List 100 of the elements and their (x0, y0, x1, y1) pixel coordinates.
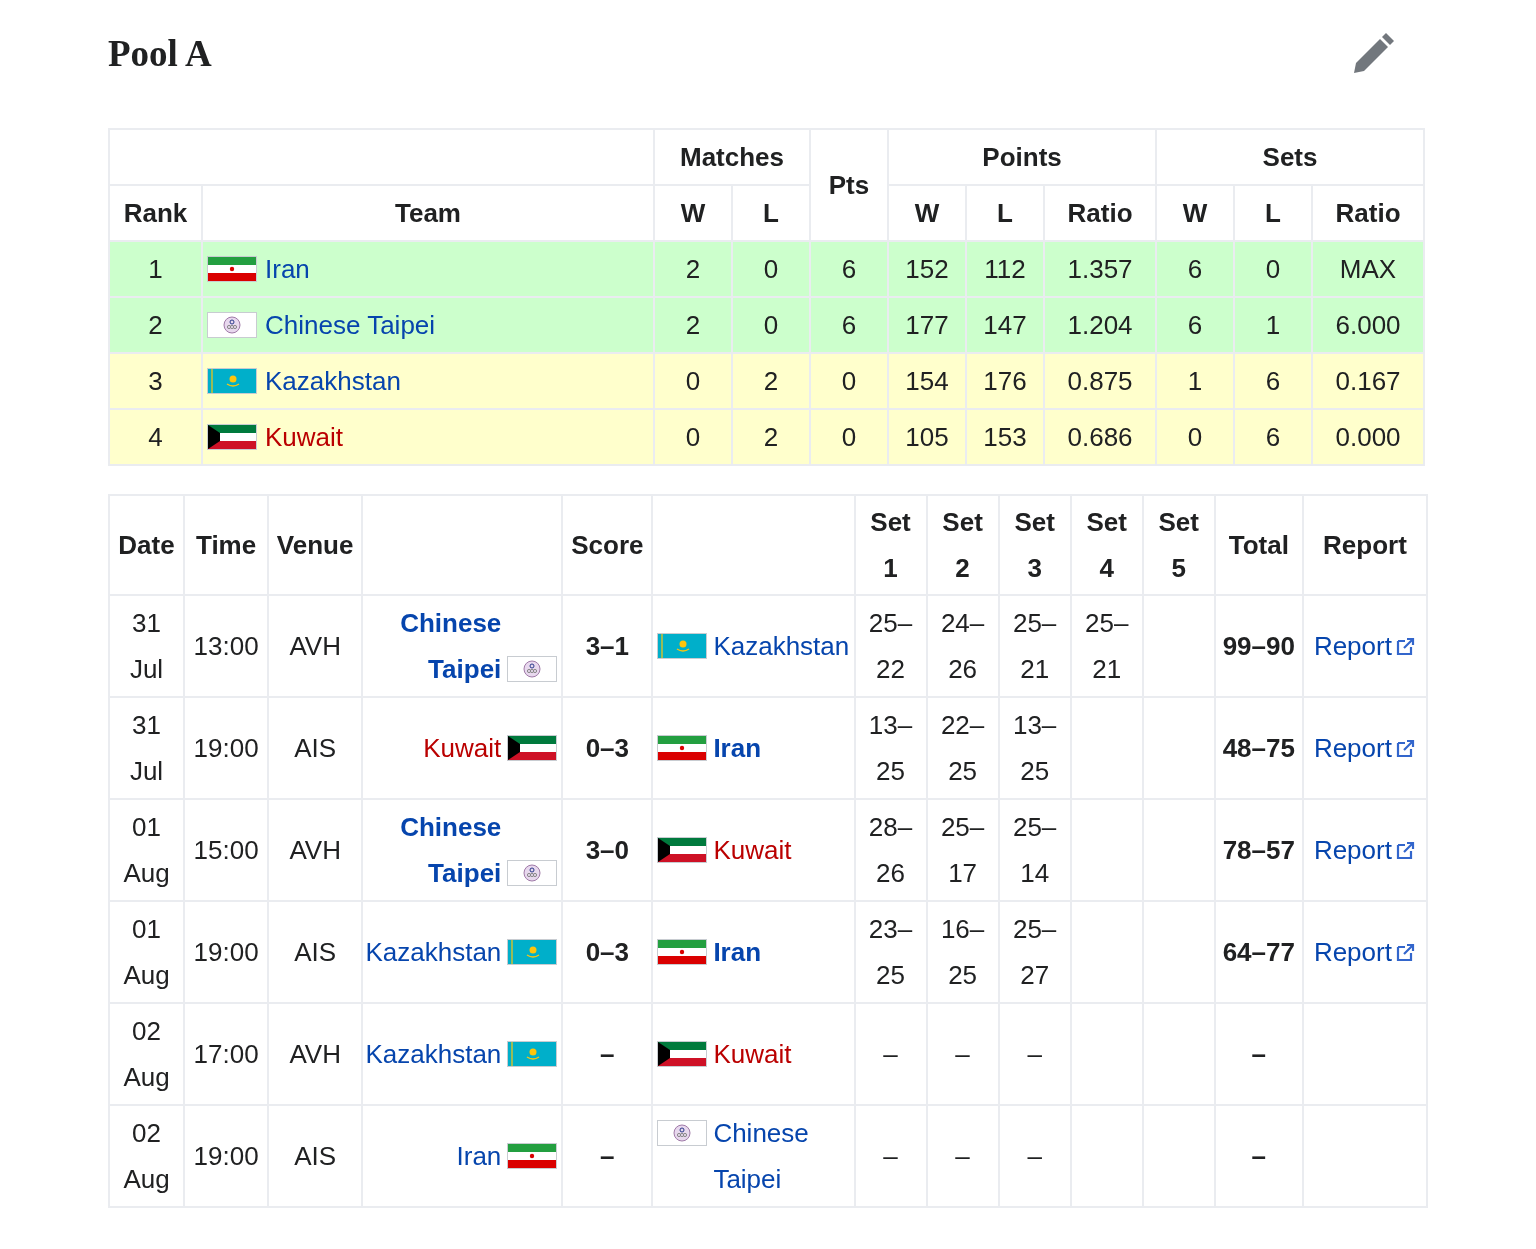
venue-cell: AVH (268, 799, 363, 901)
team-link[interactable]: Kazakhstan (265, 365, 401, 397)
table-cell: 2 (732, 409, 810, 465)
venue-cell: AVH (268, 1003, 363, 1105)
set-score-cell: 24–26 (926, 595, 999, 697)
venue-cell: AIS (268, 697, 363, 799)
set-score-cell: 25–21 (1070, 595, 1143, 697)
total-cell: 48–75 (1214, 697, 1303, 799)
set-score-cell: – (854, 1003, 927, 1105)
column-header: Matches (654, 129, 810, 185)
table-cell: 0 (810, 409, 888, 465)
set-score-cell: 13–25 (998, 697, 1071, 799)
total-cell: 78–57 (1214, 799, 1303, 901)
flag-icon (207, 424, 257, 450)
flag-icon (657, 1041, 708, 1067)
column-header: Sets (1156, 129, 1425, 185)
total-cell: – (1214, 1105, 1303, 1207)
column-header: Time (184, 495, 269, 595)
set-score-cell: – (926, 1003, 999, 1105)
external-link-icon (1395, 942, 1416, 962)
column-header: Set 1 (854, 495, 927, 595)
set-score-cell: 25–22 (854, 595, 927, 697)
table-cell: 105 (888, 409, 966, 465)
set-score-cell: – (926, 1105, 999, 1207)
set-score-cell: 16–25 (926, 901, 999, 1003)
team-link[interactable]: Kuwait (423, 725, 502, 771)
flag-icon (207, 256, 257, 282)
column-header: Total (1214, 495, 1303, 595)
date-cell: 31 Jul (109, 595, 185, 697)
flag-icon (657, 939, 708, 965)
venue-cell: AIS (268, 901, 363, 1003)
date-cell: 31 Jul (109, 697, 185, 799)
team-link[interactable]: Kuwait (713, 1031, 792, 1077)
flag-icon (657, 1120, 708, 1146)
column-header: Venue (268, 495, 363, 595)
total-cell: – (1214, 1003, 1303, 1105)
set-score-cell: 25–21 (998, 595, 1071, 697)
score-cell: 3–1 (562, 595, 653, 697)
team-link[interactable]: Iran (713, 725, 762, 771)
set-score-cell: 25–17 (926, 799, 999, 901)
column-header: Set 3 (998, 495, 1071, 595)
time-cell: 15:00 (184, 799, 269, 901)
total-cell: 99–90 (1214, 595, 1303, 697)
score-cell: 3–0 (562, 799, 653, 901)
time-cell: 19:00 (184, 1105, 269, 1207)
team-link[interactable]: Iran (713, 929, 762, 975)
set-score-cell: – (854, 1105, 927, 1207)
team-link[interactable]: Iran (456, 1133, 502, 1179)
table-cell: 153 (966, 409, 1044, 465)
column-header: Points (888, 129, 1157, 185)
time-cell: 19:00 (184, 901, 269, 1003)
flag-icon (657, 837, 708, 863)
time-cell: 17:00 (184, 1003, 269, 1105)
external-link-icon (1395, 840, 1416, 860)
column-header: Score (562, 495, 653, 595)
team-link[interactable]: Kuwait (713, 827, 792, 873)
table-cell: 6 (1234, 409, 1313, 465)
external-link-icon (1395, 738, 1416, 758)
set-score-cell: 25–27 (998, 901, 1071, 1003)
date-cell: 01 Aug (109, 799, 185, 901)
table-cell: 0 (654, 409, 732, 465)
flag-icon (207, 312, 257, 338)
flag-icon (507, 735, 558, 761)
score-cell: 0–3 (562, 901, 653, 1003)
column-header: Report (1302, 495, 1427, 595)
set-score-cell: 22–25 (926, 697, 999, 799)
set-score-cell: 28–26 (854, 799, 927, 901)
table-cell: 0 (1156, 409, 1235, 465)
flag-icon (657, 633, 708, 659)
score-cell: 0–3 (562, 697, 653, 799)
table-cell: 0.000 (1312, 409, 1425, 465)
venue-cell: AIS (268, 1105, 363, 1207)
flag-icon (507, 656, 558, 682)
flag-icon (207, 368, 257, 394)
flag-icon (507, 1143, 558, 1169)
score-cell: – (562, 1003, 653, 1105)
date-cell: 02 Aug (109, 1003, 185, 1105)
score-cell: – (562, 1105, 653, 1207)
total-cell: 64–77 (1214, 901, 1303, 1003)
flag-icon (507, 1041, 558, 1067)
table-cell: 0.686 (1044, 409, 1157, 465)
column-header: Set 2 (926, 495, 999, 595)
set-score-cell: – (998, 1105, 1071, 1207)
external-link-icon (1395, 636, 1416, 656)
set-score-cell: 23–25 (854, 901, 927, 1003)
team-link[interactable]: Iran (265, 253, 310, 285)
date-cell: 02 Aug (109, 1105, 185, 1207)
team-link[interactable]: Kuwait (265, 421, 344, 453)
set-score-cell: 13–25 (854, 697, 927, 799)
time-cell: 13:00 (184, 595, 269, 697)
rank-cell: 4 (109, 409, 202, 465)
date-cell: 01 Aug (109, 901, 185, 1003)
flag-icon (507, 939, 558, 965)
column-header: Set 5 (1142, 495, 1215, 595)
set-score-cell: 25–14 (998, 799, 1071, 901)
time-cell: 19:00 (184, 697, 269, 799)
column-header: Date (109, 495, 185, 595)
section-title: Pool A (108, 31, 212, 75)
column-header: Set 4 (1070, 495, 1143, 595)
set-score-cell: – (998, 1003, 1071, 1105)
